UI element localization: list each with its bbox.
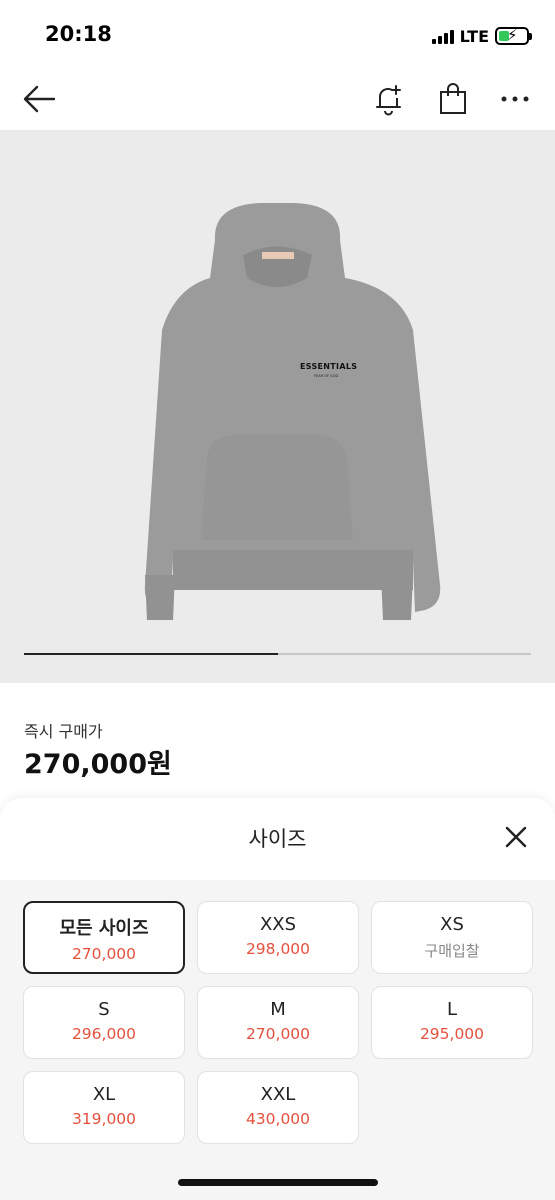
signal-icon	[431, 28, 454, 44]
more-icon[interactable]	[496, 80, 534, 118]
close-icon[interactable]	[503, 824, 529, 850]
size-option-price: 270,000	[245, 1025, 311, 1043]
size-option-price: 430,000	[245, 1110, 311, 1128]
size-option[interactable]: L 295,000	[371, 986, 533, 1059]
status-bar: 20:18 LTE ⚡	[0, 0, 555, 68]
size-option-price: 295,000	[419, 1025, 485, 1043]
size-option-price: 296,000	[71, 1025, 137, 1043]
size-option[interactable]: XS 구매입찰	[371, 901, 533, 974]
product-image-gallery[interactable]: ESSENTIALS FEAR OF GOD	[0, 130, 555, 683]
back-arrow-icon[interactable]	[20, 80, 58, 118]
size-option-name: M	[270, 999, 286, 1020]
size-option[interactable]: XXL 430,000	[197, 1071, 359, 1144]
gallery-progress-bar	[24, 653, 531, 655]
status-time: 20:18	[45, 22, 112, 46]
size-option-price: 270,000	[71, 945, 137, 963]
shopping-bag-icon[interactable]	[434, 80, 472, 118]
size-option-name: 모든 사이즈	[59, 918, 149, 939]
size-option[interactable]: S 296,000	[23, 986, 185, 1059]
size-option-name: XXL	[260, 1084, 296, 1105]
size-option[interactable]: M 270,000	[197, 986, 359, 1059]
hoodie-print: ESSENTIALS	[300, 362, 358, 371]
network-label: LTE	[459, 26, 489, 46]
size-option[interactable]: XL 319,000	[23, 1071, 185, 1144]
size-option-price: 구매입찰	[424, 942, 480, 960]
size-option[interactable]: 모든 사이즈 270,000	[23, 901, 185, 974]
sheet-header: 사이즈	[0, 798, 555, 880]
size-option-name: L	[446, 999, 458, 1020]
price-label: 즉시 구매가	[24, 722, 103, 741]
size-option-name: S	[98, 999, 110, 1020]
hoodie-print-sub: FEAR OF GOD	[314, 374, 339, 378]
size-option-price: 319,000	[71, 1110, 137, 1128]
gallery-progress-fill	[24, 653, 278, 655]
size-option-name: XXS	[259, 914, 297, 935]
sheet-title: 사이즈	[248, 827, 307, 851]
bell-plus-icon[interactable]	[370, 80, 408, 118]
status-icons: LTE ⚡	[431, 24, 532, 48]
battery-charging-icon: ⚡	[495, 26, 532, 45]
price-value: 270,000원	[24, 749, 172, 780]
size-option[interactable]: XXS 298,000	[197, 901, 359, 974]
home-indicator	[178, 1179, 378, 1186]
size-option-name: XS	[440, 914, 464, 935]
size-bottom-sheet: 사이즈 모든 사이즈 270,000 XXS 298,000 XS 구매입찰 S 296,00…	[0, 798, 555, 1200]
size-option-name: XL	[92, 1084, 116, 1105]
size-option-price: 298,000	[245, 940, 311, 958]
nav-bar	[0, 68, 555, 130]
hoodie-image: ESSENTIALS FEAR OF GOD	[95, 200, 460, 629]
